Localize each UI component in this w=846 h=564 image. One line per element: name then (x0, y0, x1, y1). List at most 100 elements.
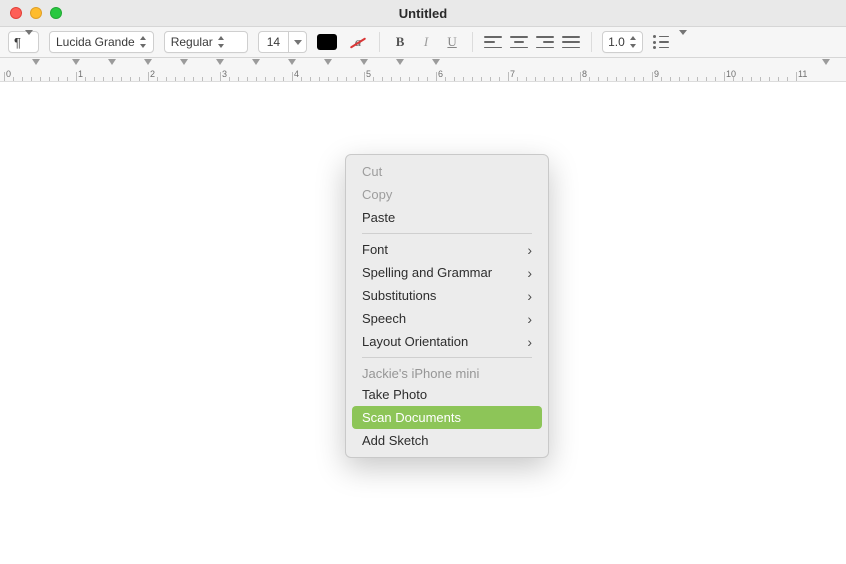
menu-item-cut[interactable]: Cut (352, 160, 542, 183)
ruler-tick-minor (49, 77, 50, 81)
ruler-tick-minor (328, 77, 329, 81)
menu-item-label: Spelling and Grammar (362, 265, 492, 280)
underline-button[interactable]: U (442, 31, 462, 53)
ruler-label: 8 (582, 69, 587, 79)
chevron-right-icon: › (527, 335, 532, 349)
ruler-tick-minor (355, 77, 356, 81)
chevron-down-icon (294, 40, 302, 45)
ruler-tick-minor (58, 77, 59, 81)
tab-stop-marker[interactable] (324, 59, 332, 65)
menu-item-font[interactable]: Font › (352, 238, 542, 261)
menu-item-layout-orientation[interactable]: Layout Orientation › (352, 330, 542, 353)
chevron-down-icon (679, 35, 687, 49)
ruler-tick (580, 72, 581, 81)
clear-formatting-button[interactable]: a (347, 31, 369, 53)
ruler-tick-minor (472, 77, 473, 81)
ruler-tick-minor (661, 77, 662, 81)
font-style-label: Regular (171, 35, 213, 49)
ruler-tick-minor (193, 77, 194, 81)
text-style-group: B I U (390, 31, 462, 53)
line-spacing-select[interactable]: 1.0 (602, 31, 643, 53)
minimize-window-button[interactable] (30, 7, 42, 19)
ruler-tick (148, 72, 149, 81)
chevron-right-icon: › (527, 266, 532, 280)
ruler-tick-minor (418, 77, 419, 81)
tab-stop-marker[interactable] (360, 59, 368, 65)
line-spacing-label: 1.0 (608, 35, 625, 49)
menu-item-copy[interactable]: Copy (352, 183, 542, 206)
ruler-tick-minor (13, 77, 14, 81)
font-family-select[interactable]: Lucida Grande (49, 31, 154, 53)
paragraph-style-select[interactable]: ¶ (8, 31, 39, 53)
ruler-tick-minor (787, 77, 788, 81)
ruler-label: 5 (366, 69, 371, 79)
menu-item-paste[interactable]: Paste (352, 206, 542, 229)
zoom-window-button[interactable] (50, 7, 62, 19)
ruler-tick (220, 72, 221, 81)
toolbar-divider (472, 32, 473, 52)
menu-item-scan-documents[interactable]: Scan Documents (352, 406, 542, 429)
menu-item-label: Substitutions (362, 288, 436, 303)
ruler-tick (4, 72, 5, 81)
font-size-stepper[interactable]: 14 (258, 31, 307, 53)
alignment-group (483, 31, 581, 53)
ruler-tick-minor (238, 77, 239, 81)
align-right-button[interactable] (535, 31, 555, 53)
ruler-tick-minor (202, 77, 203, 81)
ruler-tick-minor (175, 77, 176, 81)
menu-section-device: Jackie's iPhone mini (352, 362, 542, 383)
tab-stop-marker[interactable] (32, 59, 40, 65)
align-left-button[interactable] (483, 31, 503, 53)
ruler-tick (724, 72, 725, 81)
ruler-tick-minor (526, 77, 527, 81)
font-size-step-button[interactable] (288, 32, 306, 52)
ruler-tick-minor (760, 77, 761, 81)
ruler-label: 0 (6, 69, 11, 79)
ruler-tick-minor (481, 77, 482, 81)
tab-stop-marker[interactable] (180, 59, 188, 65)
bold-button[interactable]: B (390, 31, 410, 53)
align-justify-button[interactable] (561, 31, 581, 53)
font-style-select[interactable]: Regular (164, 31, 248, 53)
ruler-tick-minor (688, 77, 689, 81)
tab-stop-marker[interactable] (72, 59, 80, 65)
ruler-tick-minor (778, 77, 779, 81)
tab-stop-marker[interactable] (216, 59, 224, 65)
tab-stop-marker[interactable] (288, 59, 296, 65)
tab-stop-marker[interactable] (144, 59, 152, 65)
menu-item-spelling-grammar[interactable]: Spelling and Grammar › (352, 261, 542, 284)
ruler-tick-minor (697, 77, 698, 81)
tab-stop-marker[interactable] (396, 59, 404, 65)
document-canvas[interactable]: Cut Copy Paste Font › Spelling and Gramm… (0, 82, 846, 564)
ruler-tick-minor (337, 77, 338, 81)
ruler-tick (436, 72, 437, 81)
align-center-button[interactable] (509, 31, 529, 53)
tab-stop-marker[interactable] (252, 59, 260, 65)
ruler-tick-minor (706, 77, 707, 81)
menu-item-label: Paste (362, 210, 395, 225)
text-color-swatch[interactable] (317, 34, 337, 50)
pilcrow-icon: ¶ (14, 35, 21, 50)
right-margin-marker[interactable] (822, 59, 830, 65)
menu-item-substitutions[interactable]: Substitutions › (352, 284, 542, 307)
menu-item-add-sketch[interactable]: Add Sketch (352, 429, 542, 452)
list-style-select[interactable] (653, 35, 687, 49)
ruler-tick-minor (769, 77, 770, 81)
ruler-tick-minor (94, 77, 95, 81)
italic-button[interactable]: I (416, 31, 436, 53)
ruler-tick (292, 72, 293, 81)
context-menu: Cut Copy Paste Font › Spelling and Gramm… (345, 154, 549, 458)
ruler-tick (76, 72, 77, 81)
horizontal-ruler[interactable]: 01234567891011 (0, 58, 846, 82)
menu-item-speech[interactable]: Speech › (352, 307, 542, 330)
ruler-tick (364, 72, 365, 81)
ruler-tick-minor (607, 77, 608, 81)
ruler-tick-minor (166, 77, 167, 81)
format-toolbar: ¶ Lucida Grande Regular 14 a B I U 1.0 (0, 27, 846, 58)
menu-item-label: Take Photo (362, 387, 427, 402)
menu-item-take-photo[interactable]: Take Photo (352, 383, 542, 406)
chevron-right-icon: › (527, 243, 532, 257)
close-window-button[interactable] (10, 7, 22, 19)
tab-stop-marker[interactable] (432, 59, 440, 65)
tab-stop-marker[interactable] (108, 59, 116, 65)
